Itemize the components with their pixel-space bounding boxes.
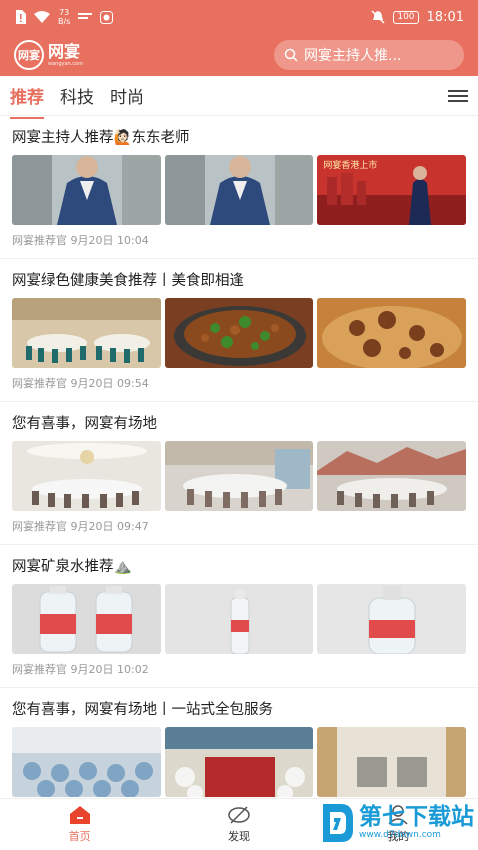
article-meta: 网宴推荐官 9月20日 09:47: [12, 520, 149, 533]
article-thumbnails: [12, 441, 467, 511]
article-title: 网宴矿泉水推荐⛰️: [12, 559, 132, 575]
article-item[interactable]: 您有喜事，网宴有场地 网宴推荐官 9月20日 09:47: [0, 402, 478, 545]
nav-discover-label: 发现: [227, 830, 250, 843]
nav-home[interactable]: 首页: [0, 805, 159, 844]
article-meta: 网宴推荐官 9月20日 10:02: [12, 663, 149, 676]
search-box[interactable]: 网宴主持人推...: [274, 40, 464, 70]
thumbnail-hall: [12, 727, 161, 797]
article-title: 您有喜事，网宴有场地: [12, 416, 157, 432]
thumbnail-water-bottles: [12, 584, 161, 654]
thumbnail-dish: [317, 298, 467, 368]
watermark-text: 第七下载站 www.d7down.com: [359, 806, 474, 840]
logo-badge: 网宴: [14, 40, 44, 70]
sim-alert-icon: [14, 10, 26, 24]
search-placeholder: 网宴主持人推...: [304, 48, 402, 64]
clock: 18:01: [426, 9, 464, 25]
thumbnail-host-photo: [164, 155, 314, 225]
thumbnail-hall: [164, 727, 314, 797]
site-watermark: 第七下载站 www.d7down.com: [321, 802, 474, 844]
app-logo: 网宴 网宴 wangyan.com: [14, 40, 83, 70]
app-header: 网宴 网宴 wangyan.com 网宴主持人推...: [0, 34, 478, 76]
thumbnail-venue: [164, 441, 314, 511]
article-thumbnails: 网宴香港上市: [12, 155, 467, 225]
notification-icon: [78, 12, 93, 22]
menu-icon[interactable]: [448, 88, 468, 104]
watermark-title: 第七下载站: [359, 804, 474, 830]
article-item[interactable]: 网宴绿色健康美食推荐丨美食即相逢 网宴推荐官 9月20日 09:54: [0, 259, 478, 402]
nav-home-label: 首页: [68, 830, 91, 843]
nav-discover[interactable]: 发现: [159, 805, 318, 844]
tab-fashion[interactable]: 时尚: [110, 79, 144, 112]
tab-recommend[interactable]: 推荐: [10, 79, 44, 119]
article-title: 您有喜事，网宴有场地丨一站式全包服务: [12, 702, 273, 718]
article-feed[interactable]: 网宴主持人推荐🙋🏻东东老师 网宴香港上市 网宴推荐官 9月20日 10:04 网…: [0, 116, 478, 798]
status-left: 73 B/s: [14, 8, 114, 26]
logo-text: 网宴 wangyan.com: [48, 41, 83, 67]
watermark-url: www.d7down.com: [359, 830, 441, 840]
article-title: 网宴主持人推荐🙋🏻东东老师: [12, 130, 190, 146]
thumbnail-banquet-hall: [12, 298, 161, 368]
thumbnail-venue: [317, 441, 467, 511]
article-thumbnails: [12, 298, 467, 368]
net-speed-unit: B/s: [58, 17, 71, 26]
app-notification-icon: [100, 10, 114, 24]
mute-icon: [371, 10, 385, 24]
article-item[interactable]: 网宴主持人推荐🙋🏻东东老师 网宴香港上市 网宴推荐官 9月20日 10:04: [0, 116, 478, 259]
net-speed: 73 B/s: [58, 8, 70, 26]
poster-banner-text: 网宴香港上市: [323, 161, 378, 171]
thumbnail-venue: [12, 441, 161, 511]
wifi-icon: [34, 11, 50, 23]
thumbnail-water-bottle: [317, 584, 467, 654]
tab-tech[interactable]: 科技: [60, 79, 94, 112]
net-speed-value: 73: [59, 8, 70, 17]
thumbnail-dish: [164, 298, 314, 368]
article-title: 网宴绿色健康美食推荐丨美食即相逢: [12, 273, 244, 289]
discover-icon: [228, 805, 250, 825]
logo-name: 网宴: [48, 41, 81, 61]
thumbnail-host-photo: [12, 155, 161, 225]
article-item[interactable]: 网宴矿泉水推荐⛰️ 网宴推荐官 9月20日 10:02: [0, 545, 478, 688]
watermark-logo-icon: [323, 804, 353, 842]
status-bar: 73 B/s 100 18:01: [0, 0, 478, 34]
article-item[interactable]: 您有喜事，网宴有场地丨一站式全包服务: [0, 688, 478, 798]
search-icon: [284, 48, 298, 62]
battery-indicator: 100: [393, 10, 419, 24]
thumbnail-water-bottle: [164, 584, 314, 654]
logo-subtitle: wangyan.com: [48, 60, 83, 67]
article-thumbnails: [12, 584, 467, 654]
category-tabs: 推荐 科技 时尚: [0, 76, 478, 119]
home-icon: [69, 805, 91, 825]
article-thumbnails: [12, 727, 467, 797]
article-meta: 网宴推荐官 9月20日 09:54: [12, 377, 149, 390]
article-meta: 网宴推荐官 9月20日 10:04: [12, 234, 149, 247]
thumbnail-room: [317, 727, 467, 797]
status-right: 100 18:01: [371, 10, 464, 25]
thumbnail-poster: 网宴香港上市: [317, 155, 467, 225]
